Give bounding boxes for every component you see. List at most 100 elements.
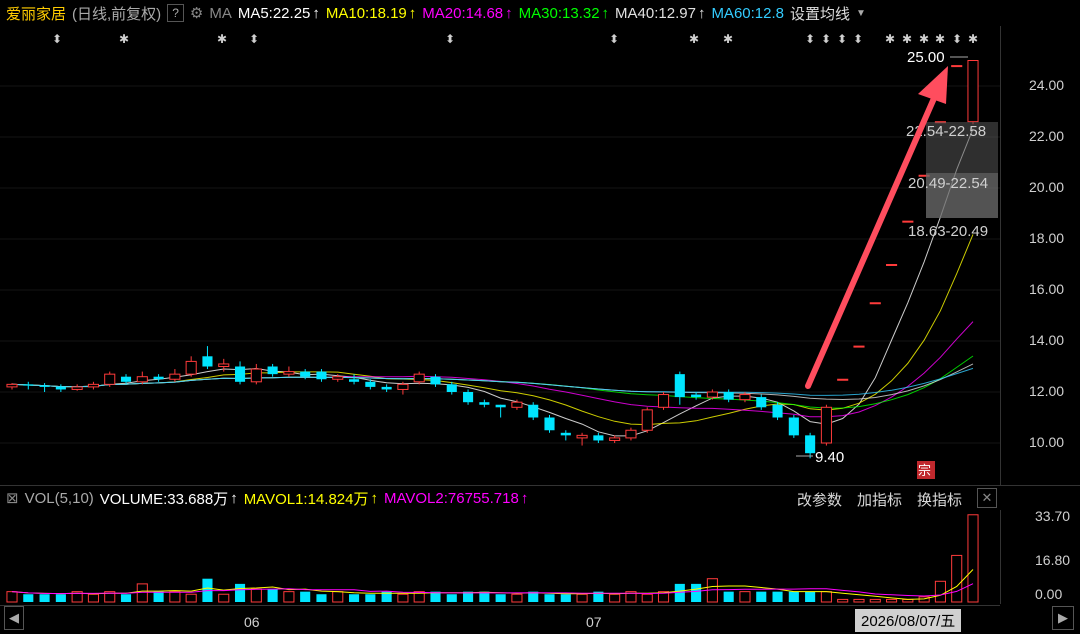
event-marker-icon: ✱: [217, 32, 227, 46]
volume-bar: [185, 593, 197, 603]
ma20-value: MA20:14.68: [422, 4, 504, 22]
price-tick-label: 16.00: [1029, 281, 1065, 297]
volume-bar: [674, 583, 685, 602]
candle-body: [6, 383, 18, 388]
event-marker-icon: ✱: [919, 32, 929, 46]
ma30-line: [11, 355, 974, 409]
volume-bar: [332, 591, 344, 603]
candle-body: [739, 394, 751, 401]
volume-bar: [300, 591, 311, 602]
volume-bar: [869, 598, 881, 603]
candle-body: [446, 384, 457, 392]
volume-chart[interactable]: [0, 510, 1000, 604]
candle-body: [169, 373, 181, 380]
current-date-label: 2026/08/07/五: [855, 609, 962, 632]
volume-bar: [6, 591, 18, 603]
volume-bar: [283, 591, 295, 603]
candle-body: [185, 360, 197, 375]
candle-body: [609, 437, 621, 441]
arrow-up-icon: ↑: [312, 4, 320, 22]
arrow-up-icon: ↑: [505, 4, 513, 22]
event-marker-icon: ✱: [119, 32, 129, 46]
volume-header: ⊠ VOL(5,10) VOLUME:33.688万 ↑ MAVOL1:14.82…: [0, 486, 1000, 510]
volume-bar: [397, 593, 409, 603]
ma30-value: MA30:13.32: [518, 4, 600, 22]
price-tick-label: 22.00: [1029, 128, 1065, 144]
volume-bar: [153, 591, 164, 602]
candle-body: [593, 435, 604, 441]
candle-body: [316, 371, 327, 380]
stock-name[interactable]: 爱丽家居: [6, 3, 66, 24]
scroll-left-button[interactable]: ◀: [4, 606, 24, 630]
time-label-06: 06: [244, 614, 260, 630]
gear-icon[interactable]: ⚙: [190, 4, 203, 22]
candle-body: [951, 65, 963, 68]
volume-bar: [788, 591, 799, 602]
volume-bar: [349, 594, 360, 602]
candle-body: [576, 434, 588, 439]
event-marker-icon: ⬍: [952, 32, 962, 46]
price-tick-label: 12.00: [1029, 383, 1065, 399]
volume-bar: [218, 593, 230, 603]
scroll-right-button[interactable]: ▶: [1052, 606, 1074, 630]
volume-bar: [805, 591, 816, 602]
volume-bar: [609, 593, 621, 603]
candle-body: [723, 392, 734, 400]
candle-body: [250, 368, 262, 383]
candle-body: [625, 429, 637, 439]
price-chart[interactable]: ⬍ ✱ ✱ ⬍ ⬍ ⬍ ✱ ✱ ⬍ ⬍ ⬍ ⬍ ✱ ✱ ✱ ✱ ⬍ ✱22.54-22.5820.49-22.54…: [0, 26, 1000, 486]
volume-value: VOLUME:33.688万: [99, 490, 229, 508]
volume-bar: [23, 594, 34, 602]
candle-body: [349, 379, 360, 382]
chart-header: 爱丽家居 (日线,前复权) ? ⚙ MA MA5:22.25 ↑ MA10:18.…: [0, 0, 1000, 26]
price-tick-label: 18.00: [1029, 230, 1065, 246]
collapse-icon[interactable]: ⊠: [6, 489, 19, 507]
arrow-up-icon: ↑: [230, 489, 238, 507]
chart-mode[interactable]: (日线,前复权): [72, 3, 161, 24]
candle-body: [381, 386, 392, 390]
change-params-button[interactable]: 改参数: [797, 489, 842, 510]
volume-bar: [886, 598, 898, 603]
volume-bar: [934, 580, 946, 603]
high-price-label: 25.00: [907, 49, 945, 66]
price-tick-label: 14.00: [1029, 332, 1065, 348]
event-marker-icon: ✱: [885, 32, 895, 46]
volume-bar: [495, 594, 506, 602]
dropdown-icon[interactable]: ▼: [856, 8, 866, 19]
candle-body: [218, 363, 230, 368]
candle-body: [805, 435, 816, 454]
event-marker-icon: ⬍: [445, 32, 455, 46]
candle-body: [300, 371, 311, 377]
candle-body: [869, 302, 881, 305]
candle-body: [967, 60, 979, 123]
annotation-arrow-head: [918, 66, 948, 104]
candle-body: [886, 264, 898, 266]
ma5-line: [11, 128, 974, 437]
candle-body: [87, 383, 99, 388]
candle-body: [657, 394, 670, 408]
ma-settings-button[interactable]: 设置均线: [790, 3, 850, 24]
volume-bar: [87, 593, 99, 603]
price-tick-label: 10.00: [1029, 434, 1065, 450]
volume-bar: [250, 588, 262, 603]
close-indicator-button[interactable]: ✕: [977, 488, 997, 508]
volume-bar: [837, 598, 849, 603]
switch-indicator-button[interactable]: 换指标: [917, 489, 962, 510]
candle-body: [511, 401, 523, 408]
candle-body: [641, 409, 653, 431]
mavol2-value: MAVOL2:76755.718: [383, 489, 519, 507]
add-indicator-button[interactable]: 加指标: [857, 489, 902, 510]
help-button[interactable]: ?: [167, 4, 184, 22]
candle-body: [544, 417, 555, 431]
chip-label: 20.49-22.54: [908, 175, 988, 192]
volume-bar: [641, 593, 653, 603]
candle-body: [691, 394, 702, 398]
volume-bar: [365, 594, 376, 602]
event-marker-icon: ⬍: [837, 32, 847, 46]
event-marker-icon: ✱: [689, 32, 699, 46]
volume-bar: [723, 591, 734, 602]
candle-body: [55, 386, 66, 390]
candle-body: [772, 404, 783, 418]
volume-bar: [55, 594, 66, 602]
volume-bar: [853, 598, 865, 603]
